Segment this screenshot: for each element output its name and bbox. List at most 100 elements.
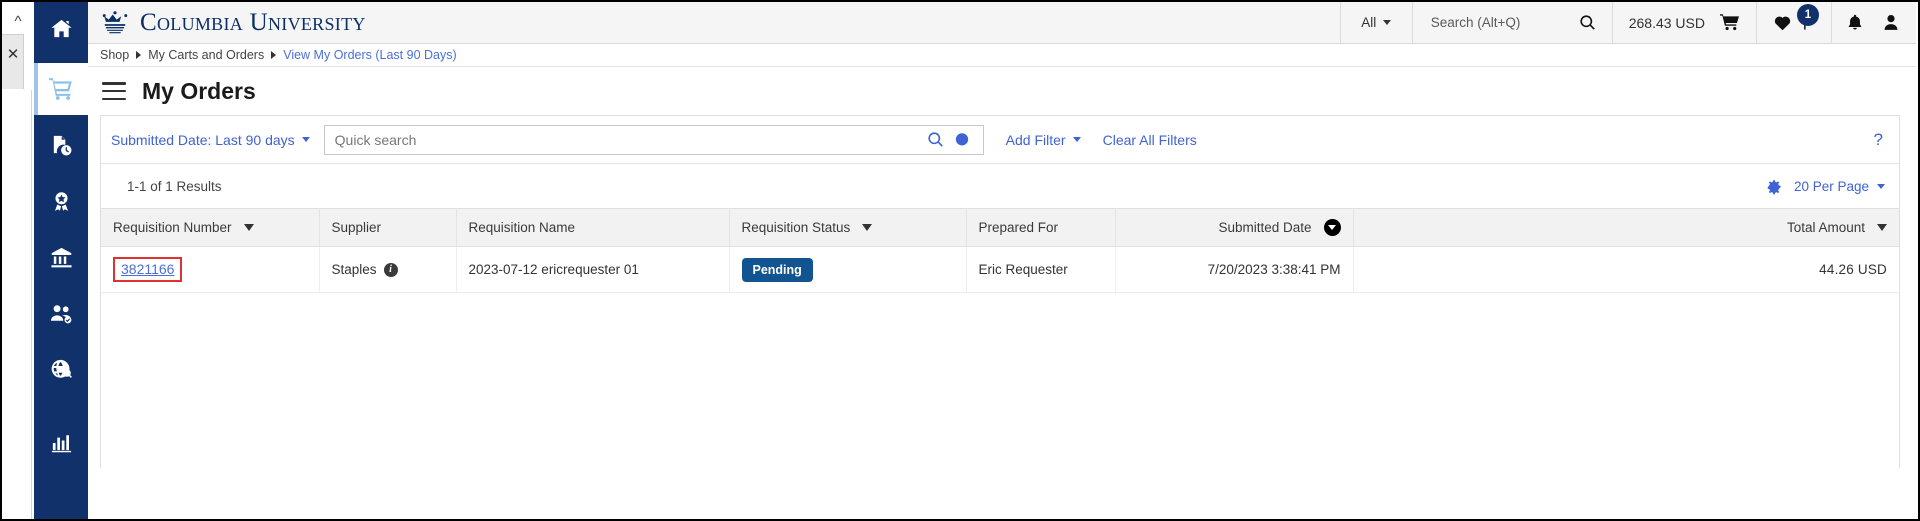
- column-requisition-number[interactable]: Requisition Number: [101, 208, 320, 247]
- brand-logo[interactable]: Columbia University: [88, 2, 366, 43]
- breadcrumb-item-my-carts-and-orders[interactable]: My Carts and Orders: [148, 48, 264, 62]
- results-count: 1-1 of 1 Results: [127, 178, 222, 194]
- sidebar-item-shop[interactable]: [34, 63, 88, 115]
- favorites-and-flags[interactable]: 1: [1756, 2, 1831, 43]
- cell-requisition-name: 2023-07-12 ericrequester 01: [456, 246, 730, 293]
- sidebar-item-sourcing[interactable]: [34, 343, 88, 395]
- column-label: Submitted Date: [1218, 220, 1312, 235]
- app-content: Columbia University All Search (Alt+Q) 2…: [88, 2, 1916, 517]
- filter-bar: Submitted Date: Last 90 days Add: [101, 116, 1899, 164]
- column-submitted-date[interactable]: Submitted Date: [1115, 208, 1354, 247]
- cell-requisition-status: Pending: [729, 246, 967, 293]
- sort-descending-icon[interactable]: [1877, 224, 1887, 231]
- shopping-cart-icon[interactable]: [1719, 13, 1740, 32]
- sidebar-item-orders[interactable]: [34, 119, 88, 171]
- per-page-label: 20 Per Page: [1793, 178, 1869, 194]
- screenshot-frame: ^ ✕ Columbia University All Search (Alt+…: [0, 0, 1920, 521]
- chevron-down-icon: [1877, 183, 1885, 189]
- browser-page-edge: [2, 90, 32, 519]
- global-search[interactable]: Search (Alt+Q): [1411, 2, 1612, 43]
- column-label: Requisition Status: [741, 220, 851, 235]
- sidebar-item-contracts[interactable]: [34, 175, 88, 227]
- global-search-input[interactable]: Search (Alt+Q): [1431, 15, 1521, 30]
- user-icon[interactable]: [1882, 13, 1900, 32]
- submitted-date-filter[interactable]: Submitted Date: Last 90 days: [111, 132, 324, 148]
- globe-search-icon: [50, 358, 73, 381]
- close-icon[interactable]: ✕: [3, 46, 23, 64]
- sidebar-item-suppliers[interactable]: [34, 287, 88, 339]
- document-clock-icon: [50, 134, 73, 157]
- history-search-icon[interactable]: [949, 132, 975, 148]
- shopping-cart-icon: [48, 76, 74, 102]
- supplier-name: Staples: [331, 262, 377, 277]
- cart-summary[interactable]: 268.43 USD: [1611, 2, 1756, 43]
- header-user-actions: [1831, 2, 1916, 43]
- sidebar-item-home[interactable]: [34, 2, 88, 54]
- column-label: Prepared For: [978, 220, 1059, 235]
- hamburger-menu-icon[interactable]: [102, 82, 126, 100]
- results-bar: 1-1 of 1 Results 20 Per Page: [101, 164, 1899, 208]
- gear-icon[interactable]: [1765, 178, 1782, 195]
- status-badge: Pending: [741, 257, 813, 282]
- per-page-selector[interactable]: 20 Per Page: [1794, 179, 1885, 194]
- heart-icon[interactable]: [1773, 14, 1792, 32]
- orders-panel: Submitted Date: Last 90 days Add: [100, 115, 1900, 468]
- search-icon[interactable]: [923, 131, 949, 148]
- award-ribbon-icon: [50, 190, 73, 213]
- cell-requisition-number: 3821166: [101, 246, 320, 293]
- cell-total-amount: 44.26 USD: [1353, 246, 1899, 293]
- column-label: Supplier: [331, 220, 382, 235]
- column-requisition-status[interactable]: Requisition Status: [729, 208, 967, 247]
- chevron-up-icon[interactable]: ^: [8, 12, 28, 32]
- orders-table: Requisition Number Supplier Requisition …: [101, 208, 1899, 293]
- column-total-amount[interactable]: Total Amount: [1353, 208, 1899, 247]
- clear-all-filters-label: Clear All Filters: [1102, 131, 1197, 148]
- cart-amount: 268.43 USD: [1628, 14, 1705, 31]
- bar-chart-icon: [50, 430, 73, 453]
- clear-all-filters-button[interactable]: Clear All Filters: [1103, 132, 1197, 148]
- breadcrumb: Shop My Carts and Orders View My Orders …: [88, 44, 1916, 67]
- column-label: Requisition Number: [113, 220, 232, 235]
- cell-prepared-for: Eric Requester: [966, 246, 1116, 293]
- search-icon[interactable]: [1579, 14, 1596, 31]
- chevron-down-icon: [1383, 20, 1392, 25]
- top-header: Columbia University All Search (Alt+Q) 2…: [88, 2, 1916, 44]
- table-row: 3821166 Staples i 2023-07-12 ericrequest…: [101, 246, 1899, 293]
- breadcrumb-separator-icon: [271, 51, 277, 59]
- header-spacer: [366, 2, 1340, 43]
- column-supplier[interactable]: Supplier: [319, 208, 457, 247]
- cell-submitted-date: 7/20/2023 3:38:41 PM: [1115, 246, 1354, 293]
- breadcrumb-item-view-my-orders[interactable]: View My Orders (Last 90 Days): [283, 48, 456, 62]
- bank-icon: [50, 246, 73, 269]
- sort-descending-icon[interactable]: [243, 224, 254, 231]
- page-title-row: My Orders: [88, 67, 1916, 115]
- sidebar-item-accounts-payable[interactable]: [34, 231, 88, 283]
- cell-supplier: Staples i: [319, 246, 457, 293]
- requisition-number-link[interactable]: 3821166: [113, 257, 183, 282]
- sidebar-item-reporting[interactable]: [34, 415, 88, 467]
- brand-name: Columbia University: [140, 8, 366, 36]
- submitted-date-filter-label: Submitted Date: Last 90 days: [111, 131, 295, 148]
- bell-icon[interactable]: [1846, 13, 1864, 32]
- column-requisition-name[interactable]: Requisition Name: [456, 208, 730, 247]
- column-label: Requisition Name: [468, 220, 576, 235]
- quick-search-box[interactable]: [323, 124, 984, 155]
- quick-search-input[interactable]: [334, 131, 923, 148]
- add-filter-button[interactable]: Add Filter: [1006, 132, 1081, 148]
- home-icon: [50, 17, 73, 40]
- info-icon[interactable]: i: [383, 262, 398, 277]
- help-icon[interactable]: ?: [1874, 130, 1885, 150]
- column-prepared-for[interactable]: Prepared For: [966, 208, 1116, 247]
- chevron-down-icon: [301, 137, 310, 142]
- flag-badge: 1: [1797, 4, 1819, 26]
- crown-icon: [98, 10, 132, 36]
- search-scope-label: All: [1361, 15, 1377, 30]
- search-scope-selector[interactable]: All: [1339, 2, 1412, 43]
- table-header-row: Requisition Number Supplier Requisition …: [101, 208, 1899, 247]
- add-filter-label: Add Filter: [1005, 131, 1066, 148]
- breadcrumb-item-shop[interactable]: Shop: [100, 48, 129, 62]
- page-title: My Orders: [142, 77, 256, 104]
- sort-descending-icon[interactable]: [862, 224, 873, 231]
- breadcrumb-separator-icon: [136, 51, 142, 59]
- sort-active-descending-icon[interactable]: [1323, 219, 1341, 236]
